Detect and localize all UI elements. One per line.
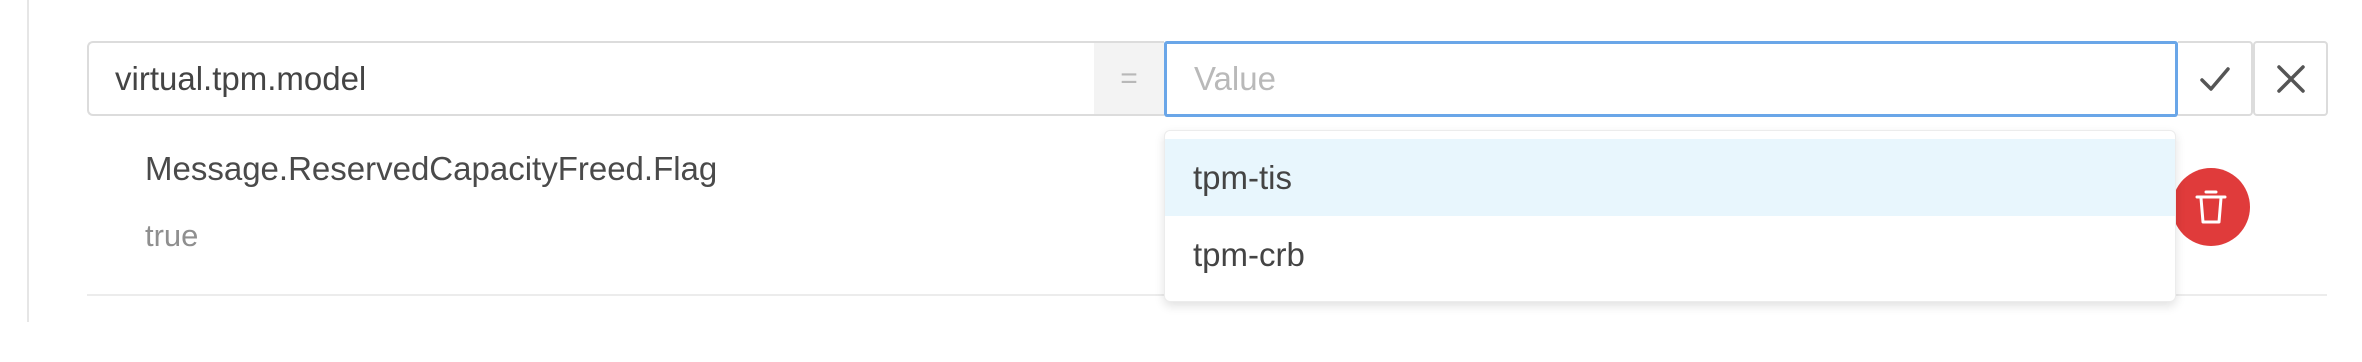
- metadata-key: Message.ReservedCapacityFreed.Flag: [145, 150, 718, 187]
- metadata-value: true: [145, 218, 199, 253]
- metadata-editor-panel: virtual.tpm.model = Message.ReservedCapa…: [0, 0, 2362, 362]
- suggestion-item-tpm-crb[interactable]: tpm-crb: [1165, 216, 2175, 293]
- key-field[interactable]: virtual.tpm.model: [87, 41, 1094, 116]
- trash-icon: [2195, 190, 2227, 224]
- close-icon: [2276, 64, 2305, 93]
- panel-left-border: [27, 0, 29, 322]
- delete-button[interactable]: [2172, 168, 2250, 246]
- value-suggestions-dropdown: tpm-tis tpm-crb: [1164, 130, 2176, 302]
- check-icon: [2199, 66, 2230, 91]
- cancel-button[interactable]: [2253, 41, 2328, 116]
- suggestion-item-tpm-tis[interactable]: tpm-tis: [1165, 139, 2175, 216]
- equals-operator-label: =: [1094, 41, 1164, 116]
- confirm-button[interactable]: [2178, 41, 2253, 116]
- value-input[interactable]: [1164, 41, 2178, 117]
